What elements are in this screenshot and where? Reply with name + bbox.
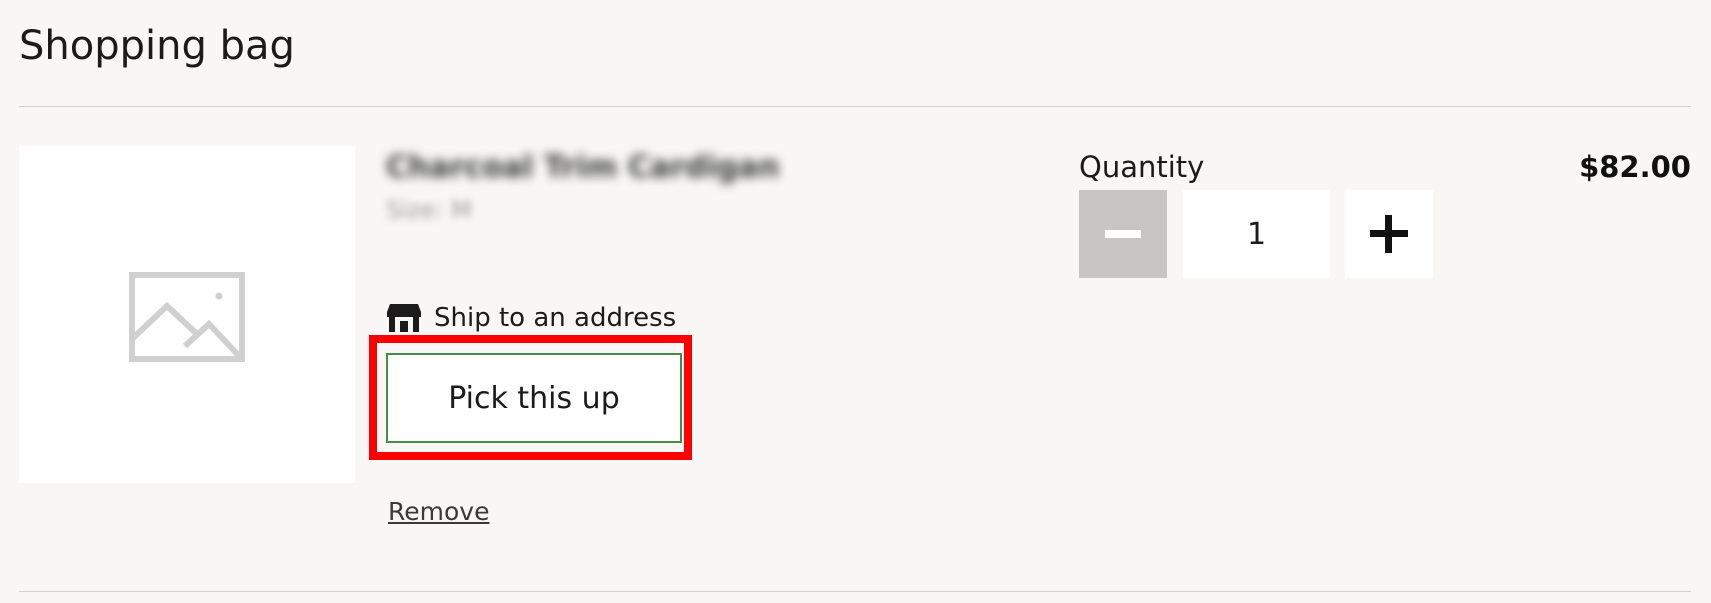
pick-this-up-button[interactable]: Pick this up	[386, 353, 682, 443]
page-title: Shopping bag	[19, 23, 295, 69]
quantity-input[interactable]	[1183, 190, 1330, 278]
remove-link[interactable]: Remove	[388, 497, 489, 526]
decrease-quantity-button[interactable]	[1079, 190, 1167, 278]
minus-icon	[1105, 230, 1141, 238]
image-placeholder-icon	[129, 272, 245, 362]
ship-to-address-label: Ship to an address	[434, 303, 677, 333]
shopping-bag-page: Shopping bag Charcoal Trim Cardigan Size…	[0, 0, 1711, 603]
product-size: Size: M	[386, 196, 472, 224]
store-icon	[387, 304, 421, 332]
ship-to-address-option[interactable]: Ship to an address	[386, 303, 676, 333]
header-divider	[19, 106, 1691, 107]
product-image[interactable]	[19, 146, 355, 483]
quantity-label: Quantity	[1079, 150, 1205, 184]
item-price: $82.00	[1579, 150, 1691, 184]
increase-quantity-button[interactable]	[1345, 190, 1433, 278]
footer-divider	[19, 591, 1691, 592]
product-name[interactable]: Charcoal Trim Cardigan	[386, 150, 780, 185]
